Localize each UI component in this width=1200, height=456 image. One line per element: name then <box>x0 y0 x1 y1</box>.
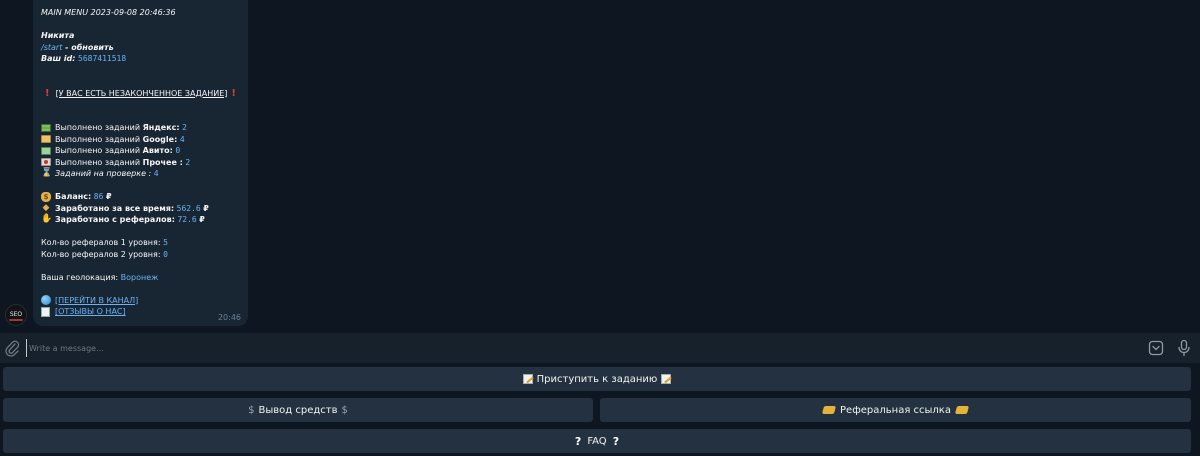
withdraw-label: Вывод средств <box>258 404 338 416</box>
unfinished-task-link[interactable]: [У ВАС ЕСТЬ НЕЗАКОНЧЕННОЕ ЗАДАНИЕ] <box>56 88 228 100</box>
faq-label: FAQ <box>587 435 607 447</box>
review-stat: ⌛ Заданий на проверке : 4 <box>41 168 159 178</box>
bot-avatar[interactable]: SEO <box>5 304 27 326</box>
task-stat-other: Выполнено заданий Прочее : 2 <box>41 157 240 169</box>
start-command-link[interactable]: /start <box>41 42 62 54</box>
money-icon <box>41 146 51 155</box>
channel-link[interactable]: [ПЕРЕЙТИ В КАНАЛ] <box>55 295 138 307</box>
question-icon: ? <box>574 434 582 448</box>
withdraw-button[interactable]: $ Вывод средств $ <box>3 398 593 422</box>
dollar-icon: $ <box>341 404 348 416</box>
document-icon <box>41 306 50 317</box>
referral-link-label: Реферальная ссылка <box>840 404 951 416</box>
message-time: 20:46 <box>217 312 241 322</box>
start-task-label: Приступить к заданию <box>536 373 658 385</box>
earned-referral-stat: ✋ Заработано с рефералов: 72.6 ₽ <box>41 214 205 224</box>
exclamation-icon: ! <box>45 87 50 99</box>
user-id-value: 5687411518 <box>78 54 127 63</box>
globe-icon <box>41 295 51 306</box>
hourglass-icon: ⌛ <box>41 168 53 178</box>
start-task-button[interactable]: Приступить к заданию <box>3 367 1191 391</box>
user-name: Никита <box>41 31 75 40</box>
message-bubble: MAIN MENU 2023-09-08 20:46:36 Никита /st… <box>33 0 248 326</box>
coins-icon: ◆ <box>42 202 50 213</box>
balance-stat: $ Баланс: 86 ₽ <box>41 191 240 203</box>
referrals-level1: Кол-во рефералов 1 уровня: 5 <box>41 238 168 247</box>
bot-keyboard-icon[interactable] <box>1148 340 1164 356</box>
message-input[interactable] <box>26 339 731 357</box>
referral-link-button[interactable]: Реферальная ссылка <box>600 398 1191 422</box>
exclamation-icon: ! <box>231 87 236 99</box>
ticket-icon <box>954 406 970 414</box>
message-input-bar <box>0 333 1200 363</box>
microphone-icon[interactable] <box>1176 339 1192 357</box>
geolocation: Ваша геолокация: Воронеж <box>41 272 159 282</box>
task-stat-avito: Выполнено заданий Авито: 0 <box>41 145 240 157</box>
money-icon <box>41 158 51 167</box>
referrals-level2: Кол-во рефералов 2 уровня: 0 <box>41 249 168 259</box>
dollar-icon: $ <box>248 404 255 416</box>
question-icon: ? <box>612 434 620 448</box>
memo-icon <box>522 374 533 384</box>
handshake-icon: ✋ <box>41 214 53 224</box>
menu-header: MAIN MENU 2023-09-08 20:46:36 <box>41 8 176 17</box>
task-stat-google: Выполнено заданий Google: 4 <box>41 134 240 146</box>
task-stat-yandex: Выполнено заданий Яндекс: 2 <box>41 122 240 134</box>
faq-button[interactable]: ? FAQ ? <box>3 429 1191 453</box>
paperclip-icon[interactable] <box>4 339 20 357</box>
money-bag-icon: $ <box>41 191 51 202</box>
start-command-desc: - обновить <box>62 42 114 52</box>
memo-icon <box>661 374 672 384</box>
money-icon <box>41 135 51 144</box>
earned-total-stat: ◆ Заработано за все время: 562.6 ₽ <box>42 202 209 213</box>
ticket-icon <box>821 406 837 414</box>
money-icon <box>41 123 51 132</box>
avatar-text: SEO <box>9 310 23 318</box>
reviews-link[interactable]: [ОТЗЫВЫ О НАС] <box>55 306 126 318</box>
user-id-label: Ваш id: <box>41 54 76 63</box>
